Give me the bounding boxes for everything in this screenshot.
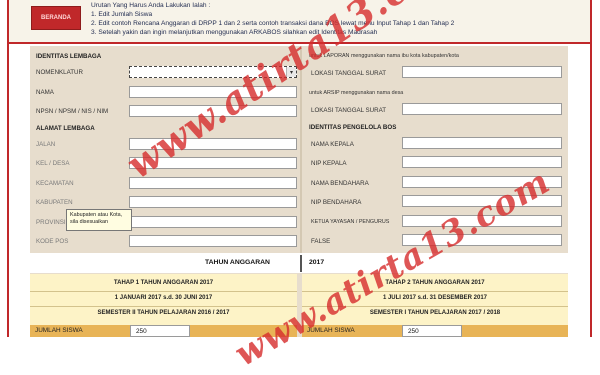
- tahap1-semester: SEMESTER II TAHUN PELAJARAN 2016 / 2017: [97, 310, 230, 316]
- instruction-line: 2. Edit contoh Rencana Anggaran di DRPP …: [91, 20, 455, 27]
- tahap1-panel: TAHAP 1 TAHUN ANGGARAN 2017 1 JANUARI 20…: [30, 274, 297, 337]
- tahun-anggaran-band: [30, 253, 568, 273]
- identitas-lembaga-title: IDENTITAS LEMBAGA: [36, 53, 102, 60]
- jalan-input[interactable]: [129, 138, 297, 150]
- tahap1-period: 1 JANUARI 2017 s.d. 30 JUNI 2017: [114, 295, 213, 301]
- chevron-down-icon[interactable]: ▾: [286, 67, 296, 77]
- tahap2-period: 1 JULI 2017 s.d. 31 DESEMBER 2017: [382, 295, 488, 301]
- kabupaten-input[interactable]: [129, 196, 297, 208]
- nomenklatur-label: NOMENKLATUR: [36, 69, 83, 76]
- kabupaten-tooltip: Kabupaten atau Kota, sila disesuaikan: [66, 209, 132, 231]
- nama-kepala-label: NAMA KEPALA: [311, 141, 354, 148]
- tahap1-rule: [30, 306, 297, 307]
- tahap2-rule: [302, 291, 568, 292]
- nip-bendahara-input[interactable]: [402, 195, 562, 207]
- tahap2-jumlah-siswa-label: JUMLAH SISWA: [307, 327, 355, 334]
- instructions: Urutan Yang Harus Anda Lakukan Ialah : 1…: [91, 1, 454, 37]
- kecamatan-input[interactable]: [129, 177, 297, 189]
- nama-kepala-input[interactable]: [402, 137, 562, 149]
- provinsi-label: PROVINSI: [36, 219, 66, 226]
- kabupaten-label: KABUPATEN: [36, 199, 73, 206]
- lokasi-tanggal-surat-desa-input[interactable]: [402, 103, 562, 115]
- npsn-label: NPSN / NPSM / NIS / NIM: [36, 108, 109, 115]
- ketua-yayasan-label: KETUA YAYASAN / PENGURUS: [311, 219, 390, 225]
- jalan-label: JALAN: [36, 141, 56, 148]
- instruction-line: Urutan Yang Harus Anda Lakukan Ialah :: [91, 2, 211, 9]
- note-arsip: untuk ARSIP menggunakan nama desa: [309, 90, 404, 96]
- header-band: BERANDA Urutan Yang Harus Anda Lakukan I…: [9, 0, 590, 42]
- kel-desa-label: KEL / DESA: [36, 160, 70, 167]
- alamat-lembaga-title: ALAMAT LEMBAGA: [36, 125, 95, 132]
- tahap2-panel: TAHAP 2 TAHUN ANGGARAN 2017 1 JULI 2017 …: [302, 274, 568, 337]
- note-laporan: untuk LAPORAN menggunakan nama ibu kota …: [309, 53, 459, 59]
- tooltip-line: sila disesuaikan: [70, 219, 109, 225]
- tahap1-jumlah-siswa-input[interactable]: 250: [130, 325, 190, 337]
- tahap2-title: TAHAP 2 TAHUN ANGGARAN 2017: [385, 280, 485, 286]
- tahun-anggaran-label: TAHUN ANGGARAN: [205, 259, 270, 266]
- tahap2-jumlah-siswa-row: JUMLAH SISWA 250: [302, 325, 568, 337]
- lokasi-tanggal-surat-desa-label: LOKASI TANGGAL SURAT: [311, 107, 387, 114]
- tahap1-jumlah-siswa-row: JUMLAH SISWA 250: [30, 325, 297, 337]
- kecamatan-label: KECAMATAN: [36, 180, 74, 187]
- tahap2-jumlah-siswa-input[interactable]: 250: [402, 325, 462, 337]
- nip-bendahara-label: NIP BENDAHARA: [311, 199, 362, 206]
- false-label: FALSE: [311, 238, 331, 245]
- tahap1-title: TAHAP 1 TAHUN ANGGARAN 2017: [113, 280, 214, 286]
- nama-label: NAMA: [36, 89, 54, 96]
- header-divider: [9, 42, 590, 44]
- tahap1-jumlah-siswa-label: JUMLAH SISWA: [35, 327, 83, 334]
- provinsi-input[interactable]: [129, 216, 297, 228]
- tahap2-rule: [302, 306, 568, 307]
- kel-desa-input[interactable]: [129, 157, 297, 169]
- identitas-pengelola-title: IDENTITAS PENGELOLA BOS: [309, 124, 397, 131]
- kode-pos-input[interactable]: [129, 235, 297, 247]
- tooltip-line: Kabupaten atau Kota,: [70, 212, 123, 218]
- nomenklatur-select[interactable]: ▾: [129, 66, 297, 78]
- nama-bendahara-input[interactable]: [402, 176, 562, 188]
- beranda-button[interactable]: BERANDA: [31, 6, 81, 30]
- ketua-yayasan-input[interactable]: [402, 215, 562, 227]
- lokasi-tanggal-surat-label: LOKASI TANGGAL SURAT: [311, 70, 387, 77]
- npsn-input[interactable]: [129, 105, 297, 117]
- instruction-line: 3. Setelah yakin dan ingin melanjutkan m…: [91, 29, 378, 36]
- kode-pos-label: KODE POS: [36, 238, 69, 245]
- instruction-line: 1. Edit Jumlah Siswa: [91, 11, 153, 18]
- tahap1-rule: [30, 291, 297, 292]
- column-divider: [300, 46, 302, 253]
- nip-kepala-label: NIP KEPALA: [311, 160, 347, 167]
- false-input[interactable]: [402, 234, 562, 246]
- nama-bendahara-label: NAMA BENDAHARA: [311, 180, 369, 187]
- tahun-anggaran-value[interactable]: 2017: [309, 259, 324, 266]
- nama-input[interactable]: [129, 86, 297, 98]
- nip-kepala-input[interactable]: [402, 156, 562, 168]
- tahun-separator: [300, 255, 302, 272]
- lokasi-tanggal-surat-input[interactable]: [402, 66, 562, 78]
- tahap2-semester: SEMESTER I TAHUN PELAJARAN 2017 / 2018: [369, 310, 501, 316]
